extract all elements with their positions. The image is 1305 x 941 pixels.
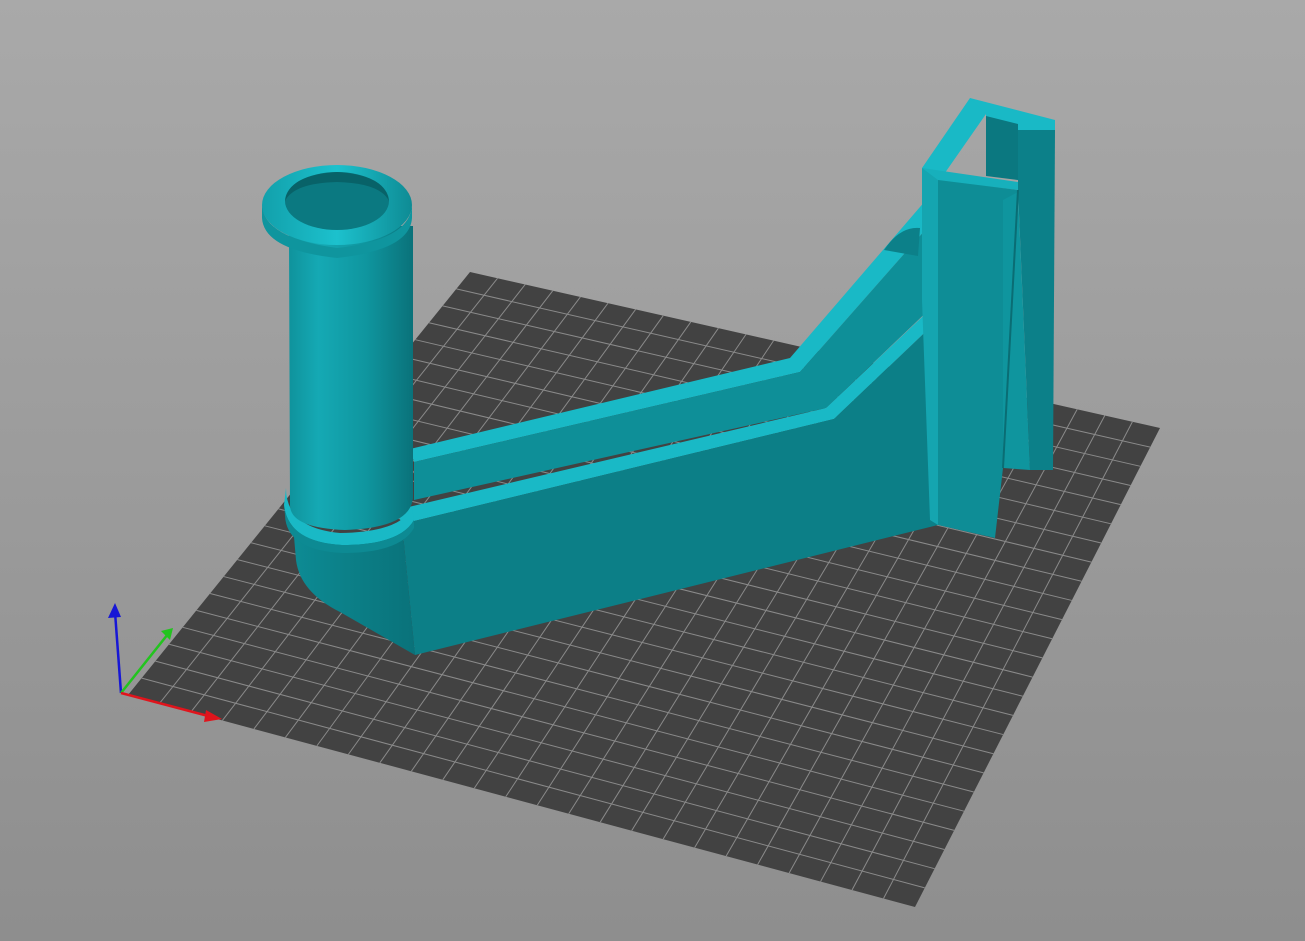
bracket-inner-slot — [986, 116, 1018, 180]
3d-viewport[interactable] — [0, 0, 1305, 941]
tube-body — [278, 226, 413, 530]
scene-canvas[interactable] — [0, 0, 1305, 941]
